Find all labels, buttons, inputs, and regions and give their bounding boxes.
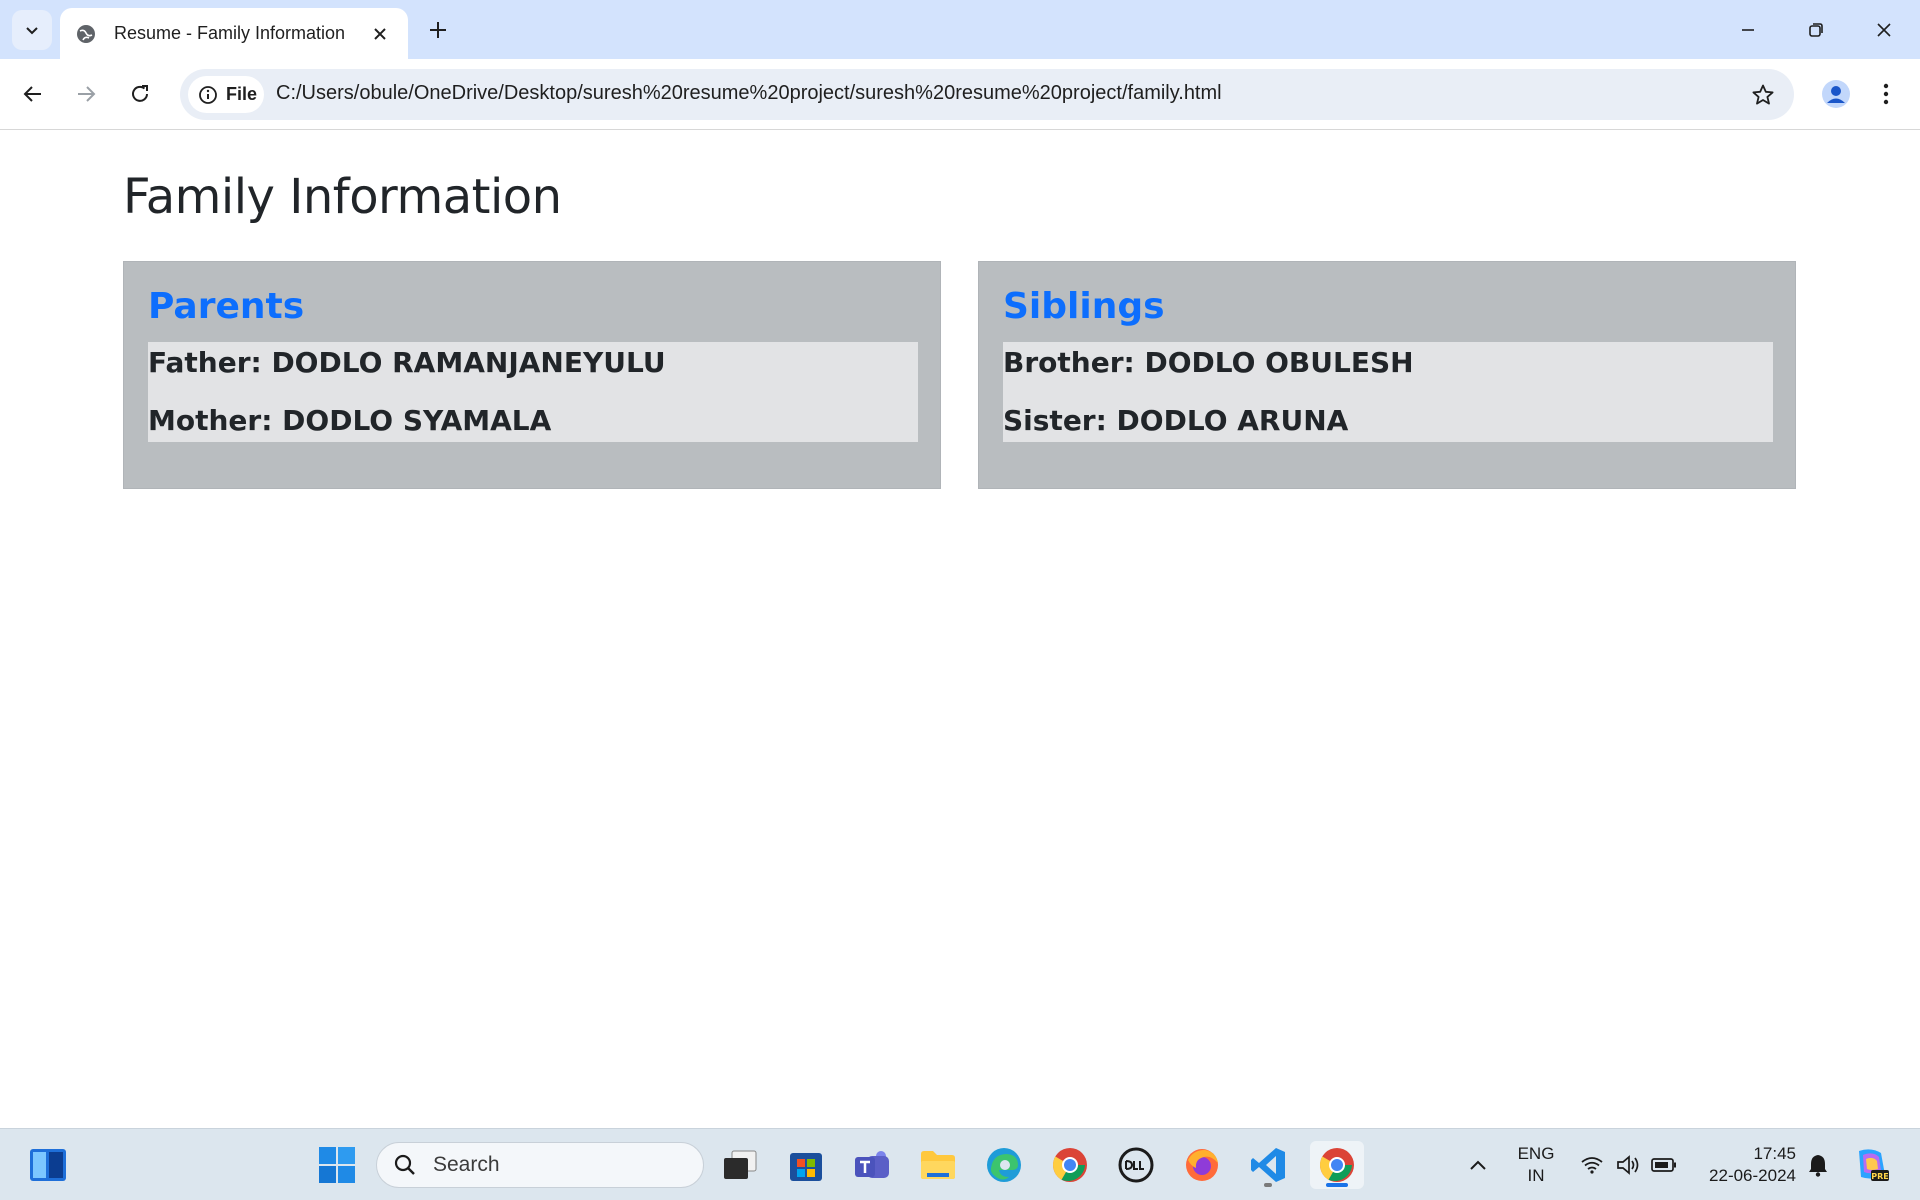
- siblings-card: Siblings Brother: DODLO OBULESH Sister: …: [978, 261, 1796, 489]
- active-indicator: [1326, 1183, 1348, 1187]
- taskbar-search[interactable]: Search: [376, 1142, 704, 1188]
- reload-button[interactable]: [118, 72, 162, 116]
- firefox-icon[interactable]: [1178, 1141, 1226, 1189]
- tab-title: Resume - Family Information: [114, 23, 346, 43]
- copilot-icon[interactable]: PRE: [1846, 1141, 1896, 1189]
- parents-card: Parents Father: DODLO RAMANJANEYULU Moth…: [123, 261, 941, 489]
- taskbar: Search ENG IN 17:45 22-06-2024 PRE: [0, 1128, 1920, 1200]
- language-indicator[interactable]: ENG IN: [1506, 1143, 1566, 1187]
- plus-icon: [430, 22, 446, 38]
- list-item: Father: DODLO RAMANJANEYULU: [148, 346, 666, 379]
- restore-icon: [1809, 22, 1823, 37]
- card-heading: Siblings: [1003, 286, 1165, 327]
- chrome-active-icon[interactable]: [1310, 1141, 1364, 1189]
- language-line2: IN: [1527, 1166, 1545, 1185]
- new-tab-button[interactable]: [422, 14, 454, 46]
- vscode-icon[interactable]: [1244, 1141, 1292, 1189]
- info-icon: [199, 85, 217, 104]
- page-title: Family Information: [123, 169, 562, 225]
- address-bar[interactable]: File C:/Users/obule/OneDrive/Desktop/sur…: [180, 69, 1794, 120]
- widgets-icon[interactable]: [24, 1141, 72, 1189]
- page-content: Family Information Parents Father: DODLO…: [0, 131, 1920, 1128]
- svg-text:PRE: PRE: [1871, 1172, 1889, 1181]
- dell-icon[interactable]: [1112, 1141, 1160, 1189]
- reload-icon: [132, 85, 148, 102]
- file-explorer-icon[interactable]: [914, 1141, 962, 1189]
- search-icon: [394, 1154, 415, 1175]
- restore-button[interactable]: [1782, 0, 1850, 59]
- clock-time: 17:45: [1753, 1144, 1796, 1163]
- site-chip-label: File: [226, 84, 258, 104]
- tab-search-button[interactable]: [12, 10, 52, 50]
- list-item: Mother: DODLO SYAMALA: [148, 404, 552, 437]
- start-icon[interactable]: [313, 1141, 361, 1189]
- avatar-icon: [1822, 80, 1850, 108]
- chrome-icon[interactable]: [1046, 1141, 1094, 1189]
- list-item: Brother: DODLO OBULESH: [1003, 346, 1414, 379]
- browser-toolbar: File C:/Users/obule/OneDrive/Desktop/sur…: [0, 59, 1920, 130]
- card-list: Father: DODLO RAMANJANEYULU Mother: DODL…: [148, 342, 918, 442]
- site-info-chip[interactable]: File: [188, 76, 264, 113]
- close-icon: [1877, 22, 1891, 37]
- clock-date: 22-06-2024: [1709, 1166, 1796, 1185]
- close-window-button[interactable]: [1850, 0, 1918, 59]
- store-icon[interactable]: [782, 1141, 830, 1189]
- minimize-icon: [1742, 28, 1754, 31]
- card-list: Brother: DODLO OBULESH Sister: DODLO ARU…: [1003, 342, 1773, 442]
- chevron-up-icon[interactable]: [1456, 1141, 1500, 1189]
- language-line1: ENG: [1517, 1144, 1555, 1163]
- forward-button[interactable]: [64, 72, 108, 116]
- star-icon: [1752, 84, 1774, 105]
- card-heading: Parents: [148, 286, 305, 327]
- more-vertical-icon: [1883, 83, 1889, 105]
- chevron-down-icon: [26, 27, 38, 35]
- profile-button[interactable]: [1814, 72, 1858, 116]
- globe-icon: [74, 22, 98, 46]
- arrow-right-icon: [78, 86, 96, 102]
- task-view-icon[interactable]: [716, 1141, 764, 1189]
- close-tab-icon[interactable]: [366, 20, 394, 48]
- edge-icon[interactable]: [980, 1141, 1028, 1189]
- clock[interactable]: 17:45 22-06-2024: [1690, 1143, 1796, 1187]
- browser-menu-button[interactable]: [1866, 72, 1906, 116]
- list-item: Sister: DODLO ARUNA: [1003, 404, 1349, 437]
- minimize-button[interactable]: [1714, 0, 1782, 59]
- back-button[interactable]: [11, 72, 55, 116]
- arrow-left-icon: [23, 86, 41, 102]
- bell-icon[interactable]: [1796, 1141, 1840, 1189]
- active-tab[interactable]: Resume - Family Information: [60, 8, 408, 59]
- battery-icon[interactable]: [1642, 1141, 1686, 1189]
- bookmark-button[interactable]: [1748, 80, 1778, 110]
- search-label: Search: [433, 1153, 500, 1176]
- url-text[interactable]: C:/Users/obule/OneDrive/Desktop/suresh%2…: [276, 82, 1222, 105]
- teams-icon[interactable]: [848, 1141, 896, 1189]
- running-indicator: [1264, 1183, 1272, 1187]
- tab-strip: Resume - Family Information: [0, 0, 1920, 59]
